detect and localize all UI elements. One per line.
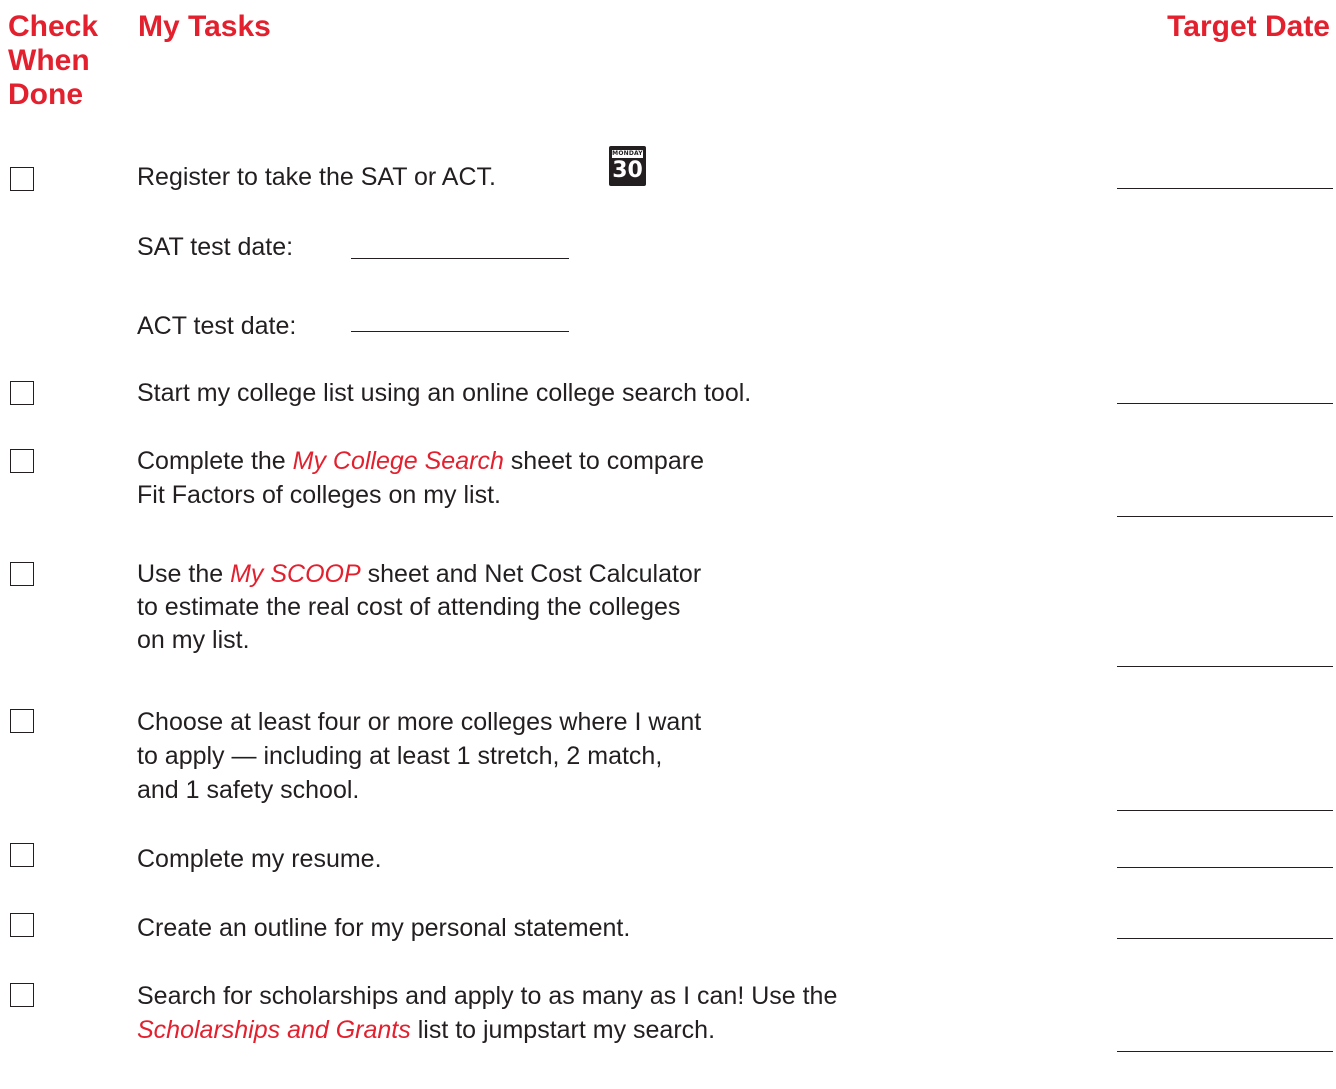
task-4-pre: Use the bbox=[137, 560, 231, 588]
task-checkbox-8[interactable] bbox=[10, 983, 34, 1007]
task-checkbox-1[interactable] bbox=[10, 167, 34, 191]
target-date-field-8[interactable] bbox=[1117, 1051, 1333, 1052]
task-3-line1: Complete the My College Search sheet to … bbox=[137, 445, 704, 477]
scholarships-and-grants-reference: Scholarships and Grants bbox=[137, 1016, 411, 1044]
sat-test-date-field[interactable] bbox=[351, 258, 569, 259]
calendar-icon: MONDAY 30 bbox=[609, 146, 646, 186]
task-checkbox-5[interactable] bbox=[10, 709, 34, 733]
task-5-line1: Choose at least four or more colleges wh… bbox=[137, 708, 702, 736]
task-1-text: Register to take the SAT or ACT. bbox=[137, 163, 496, 191]
header-check-line2: When bbox=[8, 44, 90, 77]
task-2-text: Start my college list using an online co… bbox=[137, 379, 752, 407]
calendar-day-name: MONDAY bbox=[612, 150, 643, 158]
task-6-text: Complete my resume. bbox=[137, 845, 382, 873]
act-test-date-label: ACT test date: bbox=[137, 312, 297, 340]
task-5-line3: and 1 safety school. bbox=[137, 776, 360, 804]
sat-test-date-label: SAT test date: bbox=[137, 233, 294, 261]
task-8-line2: Scholarships and Grants list to jumpstar… bbox=[137, 1014, 715, 1046]
task-4-post: sheet and Net Cost Calculator bbox=[360, 560, 702, 588]
task-4-line2: to estimate the real cost of attending t… bbox=[137, 593, 681, 621]
target-date-field-3[interactable] bbox=[1117, 516, 1333, 517]
act-test-date-field[interactable] bbox=[351, 331, 569, 332]
header-check-when-done: Check When Done bbox=[8, 10, 118, 112]
task-checkbox-7[interactable] bbox=[10, 913, 34, 937]
target-date-field-6[interactable] bbox=[1117, 867, 1333, 868]
task-checkbox-3[interactable] bbox=[10, 449, 34, 473]
task-checkbox-2[interactable] bbox=[10, 381, 34, 405]
task-5-line2: to apply — including at least 1 stretch,… bbox=[137, 742, 663, 770]
header-check-line1: Check bbox=[8, 10, 99, 43]
task-8-line1: Search for scholarships and apply to as … bbox=[137, 982, 838, 1010]
task-4-line1: Use the My SCOOP sheet and Net Cost Calc… bbox=[137, 558, 701, 590]
my-scoop-reference: My SCOOP bbox=[230, 560, 361, 588]
target-date-field-4[interactable] bbox=[1117, 666, 1333, 667]
task-4-line3: on my list. bbox=[137, 626, 250, 654]
header-target-date: Target Date bbox=[1167, 10, 1330, 43]
target-date-field-1[interactable] bbox=[1117, 188, 1333, 189]
target-date-field-7[interactable] bbox=[1117, 938, 1333, 939]
task-7-text: Create an outline for my personal statem… bbox=[137, 914, 631, 942]
task-3-pre: Complete the bbox=[137, 447, 293, 475]
calendar-day-number: 30 bbox=[612, 158, 643, 183]
my-college-search-reference: My College Search bbox=[292, 447, 504, 475]
target-date-field-5[interactable] bbox=[1117, 810, 1333, 811]
task-checkbox-6[interactable] bbox=[10, 843, 34, 867]
header-check-line3: Done bbox=[8, 78, 83, 111]
target-date-field-2[interactable] bbox=[1117, 403, 1333, 404]
task-3-line2: Fit Factors of colleges on my list. bbox=[137, 481, 502, 509]
header-my-tasks: My Tasks bbox=[138, 10, 271, 43]
task-checkbox-4[interactable] bbox=[10, 562, 34, 586]
task-3-post: sheet to compare bbox=[503, 447, 704, 475]
task-8-post: list to jumpstart my search. bbox=[410, 1016, 716, 1044]
